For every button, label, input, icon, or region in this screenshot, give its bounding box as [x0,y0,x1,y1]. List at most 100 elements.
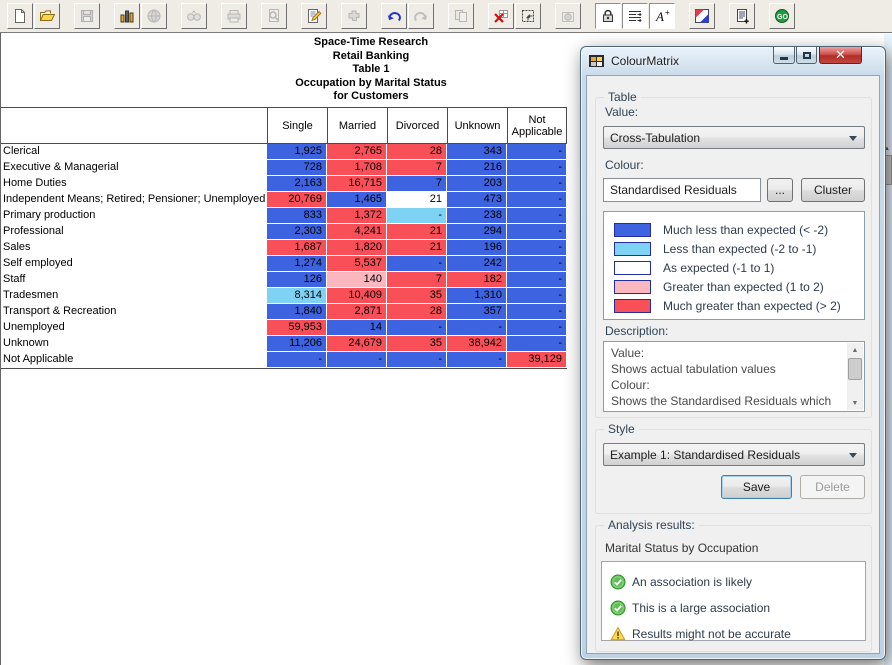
row-label[interactable]: Not Applicable [1,352,267,368]
data-cell[interactable]: 728 [267,160,327,176]
data-cell[interactable]: 20,769 [267,192,327,208]
data-cell[interactable]: 28 [387,144,447,160]
style-combobox[interactable]: Example 1: Standardised Residuals [603,443,865,466]
data-cell[interactable]: - [327,352,387,368]
row-label[interactable]: Home Duties [1,176,267,192]
data-cell[interactable]: - [447,320,507,336]
data-cell[interactable]: 126 [267,272,327,288]
data-cell[interactable]: 59,953 [267,320,327,336]
data-cell[interactable]: 1,465 [327,192,387,208]
data-cell[interactable]: 11,206 [267,336,327,352]
browse-button[interactable]: ... [767,178,793,202]
data-cell[interactable]: 2,871 [327,304,387,320]
data-cell[interactable]: 473 [447,192,507,208]
delete-red-x-button[interactable] [488,3,514,29]
row-label[interactable]: Transport & Recreation [1,304,267,320]
data-cell[interactable]: 1,687 [267,240,327,256]
data-cell[interactable]: 357 [447,304,507,320]
row-label[interactable]: Clerical [1,144,267,160]
lock-button[interactable] [595,3,621,29]
data-cell[interactable]: 21 [387,224,447,240]
column-header[interactable]: Unknown [447,108,507,143]
data-cell[interactable]: 140 [327,272,387,288]
data-cell[interactable]: - [507,240,567,256]
data-cell[interactable]: 14 [327,320,387,336]
data-cell[interactable]: 1,840 [267,304,327,320]
data-cell[interactable]: 242 [447,256,507,272]
data-cell[interactable]: 35 [387,336,447,352]
data-cell[interactable]: - [387,256,447,272]
cluster-button[interactable]: Cluster [801,178,865,202]
dialog-titlebar[interactable]: ColourMatrix ✕ [581,47,885,75]
colour-field[interactable]: Standardised Residuals [603,178,761,202]
scroll-down-icon[interactable]: ▼ [847,396,863,410]
data-cell[interactable]: 2,765 [327,144,387,160]
data-cell[interactable]: 1,708 [327,160,387,176]
data-cell[interactable]: 7 [387,160,447,176]
data-cell[interactable]: 7 [387,176,447,192]
new-table-page-button[interactable] [729,3,755,29]
row-label[interactable]: Primary production [1,208,267,224]
data-cell[interactable]: - [507,192,567,208]
data-cell[interactable]: 16,715 [327,176,387,192]
data-cell[interactable]: - [507,144,567,160]
data-cell[interactable]: 182 [447,272,507,288]
data-cell[interactable]: - [507,304,567,320]
data-cell[interactable]: 343 [447,144,507,160]
data-cell[interactable]: 2,163 [267,176,327,192]
data-cell[interactable]: - [507,256,567,272]
description-scrollbar[interactable]: ▲ ▼ [847,343,863,410]
data-cell[interactable]: 1,372 [327,208,387,224]
data-cell[interactable]: - [387,320,447,336]
resize-table-button[interactable] [515,3,541,29]
data-cell[interactable]: - [267,352,327,368]
row-label[interactable]: Executive & Managerial [1,160,267,176]
column-header[interactable]: Married [327,108,387,143]
data-cell[interactable]: 4,241 [327,224,387,240]
scrollbar-thumb[interactable] [848,358,862,380]
row-label[interactable]: Tradesmen [1,288,267,304]
go-button[interactable]: GO [769,3,795,29]
data-cell[interactable]: 196 [447,240,507,256]
data-cell[interactable]: 1,274 [267,256,327,272]
data-cell[interactable]: - [387,208,447,224]
data-cell[interactable]: 35 [387,288,447,304]
data-cell[interactable]: - [387,352,447,368]
data-cell[interactable]: 2,303 [267,224,327,240]
data-cell[interactable]: - [507,288,567,304]
data-cell[interactable]: 38,942 [447,336,507,352]
data-cell[interactable]: 7 [387,272,447,288]
data-cell[interactable]: 1,310 [447,288,507,304]
column-header[interactable]: Single [267,108,327,143]
data-cell[interactable]: - [507,224,567,240]
font-size-button[interactable]: A+ [649,3,675,29]
maximize-button[interactable] [796,47,817,64]
field-order-button[interactable] [622,3,648,29]
close-button[interactable]: ✕ [819,47,862,64]
row-label[interactable]: Unemployed [1,320,267,336]
open-file-button[interactable] [34,3,60,29]
save-button[interactable]: Save [721,475,792,499]
data-cell[interactable]: 1,925 [267,144,327,160]
data-cell[interactable]: 833 [267,208,327,224]
column-header[interactable]: Divorced [387,108,447,143]
row-label[interactable]: Independent Means; Retired; Pensioner; U… [1,192,267,208]
row-label[interactable]: Self employed [1,256,267,272]
value-combobox[interactable]: Cross-Tabulation [603,126,865,149]
data-cell[interactable]: 28 [387,304,447,320]
colour-matrix-button[interactable] [689,3,715,29]
bar-chart-button[interactable] [114,3,140,29]
data-cell[interactable]: 24,679 [327,336,387,352]
column-header[interactable]: Not Applicable [507,108,567,143]
undo-button[interactable] [381,3,407,29]
data-cell[interactable]: - [507,320,567,336]
data-cell[interactable]: 21 [387,240,447,256]
data-cell[interactable]: - [507,160,567,176]
row-label[interactable]: Sales [1,240,267,256]
data-cell[interactable]: 1,820 [327,240,387,256]
data-cell[interactable]: - [507,336,567,352]
new-document-button[interactable] [7,3,33,29]
data-cell[interactable]: 294 [447,224,507,240]
data-cell[interactable]: - [447,352,507,368]
data-cell[interactable]: 10,409 [327,288,387,304]
